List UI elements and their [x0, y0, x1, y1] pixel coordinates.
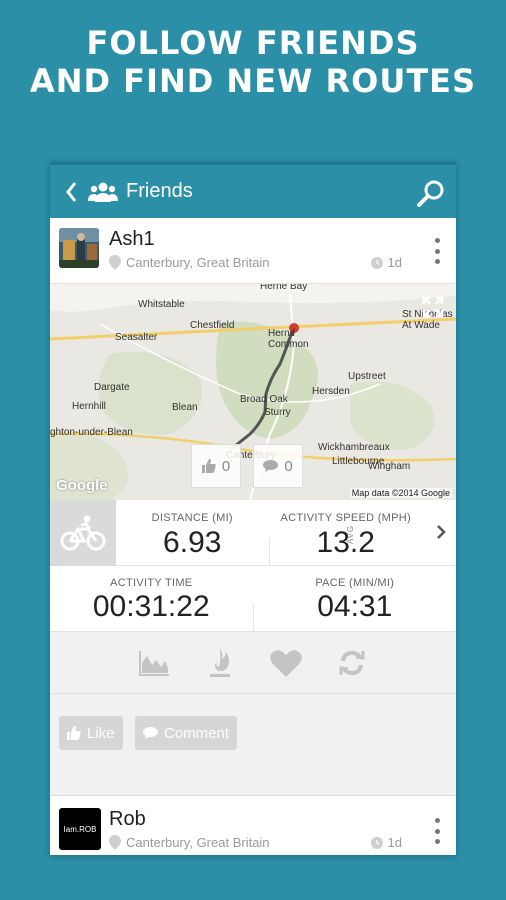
location-pin-icon — [109, 255, 121, 270]
distance-label: DISTANCE (MI) — [151, 512, 233, 524]
clock-icon — [370, 836, 383, 849]
google-logo: Google — [56, 477, 108, 494]
map-place: Wickhambreaux — [318, 442, 390, 453]
map-place: Herne Common — [268, 328, 309, 350]
user-name[interactable]: Ash1 — [109, 228, 155, 251]
map-comment-count-button[interactable]: 0 — [253, 444, 303, 488]
speed-stat: ACTIVITY SPEED (MPH) 13.2 AVG — [270, 500, 423, 565]
comment-label: Comment — [164, 724, 230, 742]
activity-time-value: 00:31:22 — [92, 590, 210, 623]
avatar[interactable]: Iam.ROB — [59, 808, 101, 850]
map-like-count: 0 — [221, 457, 231, 475]
map-place: Sturry — [264, 407, 291, 418]
location-text: Canterbury, Great Britain — [126, 255, 270, 270]
avatar[interactable] — [59, 228, 99, 268]
post-time: 1d — [370, 835, 402, 850]
location-pin-icon — [109, 835, 121, 850]
calories-flame-icon[interactable] — [204, 647, 236, 679]
map-place: Whitstable — [138, 299, 185, 310]
comment-bubble-icon — [263, 460, 279, 472]
map-place: Broad Oak — [240, 394, 288, 405]
sync-icon[interactable] — [336, 647, 368, 679]
post-time: 1d — [370, 255, 402, 270]
pace-stat: PACE (MIN/MI) 04:31 — [254, 566, 457, 631]
comment-button[interactable]: Comment — [135, 716, 238, 750]
back-icon[interactable] — [58, 181, 84, 203]
more-options-icon[interactable] — [432, 818, 442, 844]
heart-rate-icon[interactable] — [270, 647, 302, 679]
clock-icon — [370, 256, 383, 269]
promo-line-2: AND FIND NEW ROUTES — [29, 62, 477, 100]
time-text: 1d — [387, 255, 402, 270]
pace-label: PACE (MIN/MI) — [315, 577, 395, 589]
route-map[interactable]: Herne Bay Whitstable Chestfield Herne Co… — [50, 284, 456, 500]
like-label: Like — [87, 724, 115, 742]
map-place: Hersden — [312, 386, 350, 397]
app-bar: Friends — [50, 162, 456, 218]
search-icon[interactable] — [416, 179, 446, 214]
activity-actions — [50, 632, 456, 694]
post-header: Ash1 Canterbury, Great Britain 1d — [50, 218, 456, 284]
promo-line-1: FOLLOW FRIENDS — [86, 24, 420, 62]
location: Canterbury, Great Britain — [109, 835, 270, 850]
promo-headline: FOLLOW FRIENDS AND FIND NEW ROUTES — [0, 24, 506, 100]
activity-time-stat: ACTIVITY TIME 00:31:22 — [50, 566, 253, 631]
location: Canterbury, Great Britain — [109, 255, 270, 270]
more-options-icon[interactable] — [432, 238, 442, 264]
activity-time-label: ACTIVITY TIME — [110, 577, 193, 589]
expand-map-icon[interactable] — [422, 296, 444, 323]
elevation-chart-icon[interactable] — [138, 647, 170, 679]
distance-value: 6.93 — [163, 526, 222, 559]
pace-value: 04:31 — [317, 590, 393, 623]
activity-stats[interactable]: DISTANCE (MI) 6.93 ACTIVITY SPEED (MPH) … — [50, 500, 456, 632]
user-name[interactable]: Rob — [109, 808, 146, 831]
distance-stat: DISTANCE (MI) 6.93 — [116, 500, 269, 565]
map-place: Herne Bay — [260, 284, 308, 292]
map-attribution: Map data ©2014 Google — [349, 488, 452, 498]
speed-label: ACTIVITY SPEED (MPH) — [280, 512, 411, 524]
thumbs-up-icon — [201, 459, 216, 473]
map-place: Chestfield — [190, 320, 235, 331]
map-place: Wingham — [368, 461, 411, 472]
map-like-count-button[interactable]: 0 — [191, 444, 241, 488]
map-place: Hernhill — [72, 401, 106, 412]
social-actions: Like Comment — [50, 694, 456, 796]
map-place: Blean — [172, 402, 198, 413]
chevron-right-icon[interactable] — [436, 524, 446, 545]
map-place: Upstreet — [348, 371, 386, 382]
friends-icon — [88, 181, 118, 203]
avg-label: AVG — [345, 524, 355, 545]
map-place: Dargate — [94, 382, 130, 393]
map-place: ghton-under-Blean — [50, 427, 133, 438]
map-comment-count: 0 — [284, 457, 293, 475]
location-text: Canterbury, Great Britain — [126, 835, 270, 850]
thumbs-up-icon — [67, 726, 81, 740]
phone-screen: Friends Ash1 Canterbury, Great Britain 1… — [50, 162, 456, 855]
cycling-activity-icon — [50, 500, 116, 566]
time-text: 1d — [387, 835, 402, 850]
like-button[interactable]: Like — [59, 716, 123, 750]
page-title: Friends — [126, 180, 193, 202]
map-place: Seasalter — [115, 332, 158, 343]
comment-bubble-icon — [143, 727, 158, 739]
post-header: Iam.ROB Rob Canterbury, Great Britain 1d — [50, 796, 456, 855]
